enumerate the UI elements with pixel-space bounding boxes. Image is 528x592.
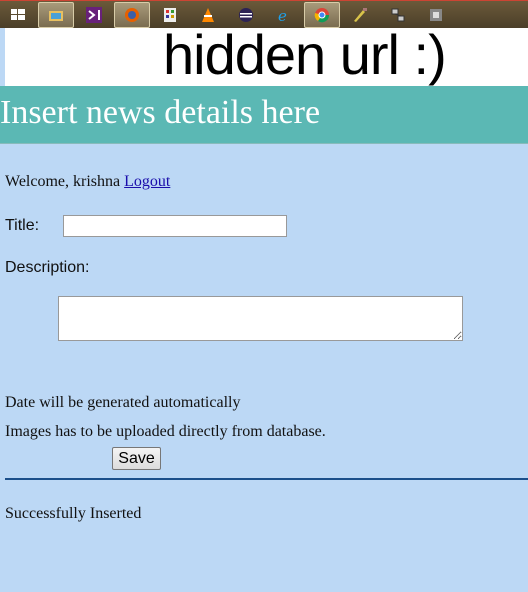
welcome-text: Welcome, krishna bbox=[5, 173, 121, 190]
description-label: Description: bbox=[5, 259, 90, 276]
welcome-line: Welcome, krishna Logout bbox=[5, 173, 170, 191]
redacted-url-text: hidden url :) bbox=[163, 23, 447, 86]
logout-link[interactable]: Logout bbox=[124, 173, 170, 190]
date-note: Date will be generated automatically bbox=[5, 394, 241, 411]
title-label: Title: bbox=[5, 217, 40, 234]
status-message: Successfully Inserted bbox=[5, 505, 142, 522]
title-input[interactable] bbox=[63, 215, 287, 237]
windows-start-icon[interactable] bbox=[0, 2, 36, 28]
page-title: Insert news details here bbox=[0, 94, 321, 131]
firefox-icon[interactable] bbox=[114, 2, 150, 28]
visual-studio-icon[interactable] bbox=[76, 2, 112, 28]
save-button[interactable]: Save bbox=[112, 447, 161, 470]
page-header: Insert news details here bbox=[0, 86, 528, 144]
redacted-url-bar: hidden url :) bbox=[5, 23, 528, 86]
file-explorer-icon[interactable] bbox=[38, 2, 74, 28]
images-note: Images has to be uploaded directly from … bbox=[5, 423, 326, 440]
description-textarea[interactable] bbox=[58, 296, 463, 341]
divider-line bbox=[5, 478, 528, 480]
